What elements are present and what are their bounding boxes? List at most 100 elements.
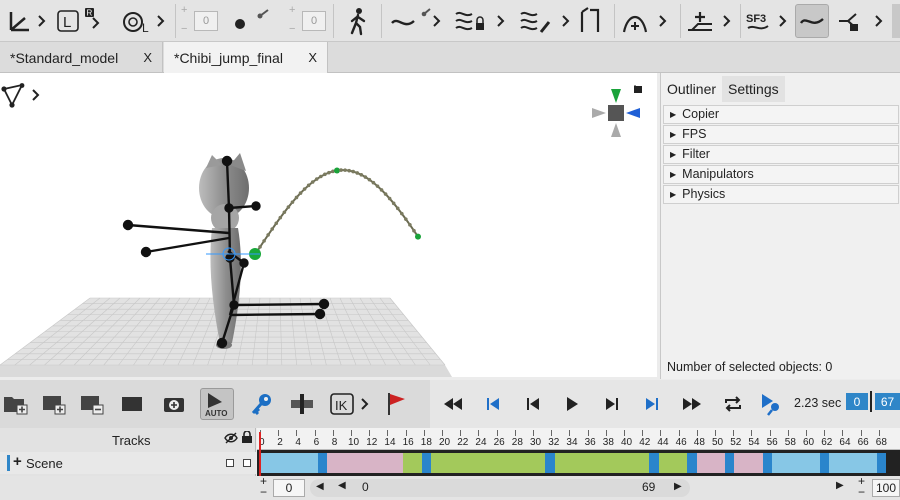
auto-key-toggle[interactable]: AUTO: [200, 388, 234, 420]
keyframe-strip[interactable]: [261, 453, 886, 473]
tab-standard-model[interactable]: *Standard_model X: [0, 42, 163, 73]
next-key-button[interactable]: [639, 388, 665, 420]
window-button[interactable]: [118, 388, 146, 420]
add-point-button[interactable]: [620, 4, 676, 38]
lock-icon[interactable]: [241, 430, 253, 446]
keyframe-segment[interactable]: [876, 453, 886, 473]
loop-button[interactable]: [720, 388, 746, 420]
keyframe-segment[interactable]: [649, 453, 659, 473]
value-field-2[interactable]: 0: [302, 11, 326, 31]
keyframe-segment[interactable]: [658, 453, 688, 473]
ruler-tick-label: 30: [530, 437, 542, 448]
view-mode-button[interactable]: [0, 83, 44, 109]
setting-item-filter[interactable]: ▶ Filter: [663, 145, 899, 164]
add-track-button[interactable]: [40, 388, 68, 420]
fast-forward-button[interactable]: [679, 388, 705, 420]
increment-minus-2[interactable]: −: [289, 23, 295, 35]
scroll-right-icon[interactable]: ▶: [674, 481, 682, 492]
play-button[interactable]: [559, 388, 585, 420]
tab-settings[interactable]: Settings: [722, 76, 785, 102]
keyframe-segment[interactable]: [687, 453, 697, 473]
ik-button[interactable]: IK: [328, 388, 374, 420]
smooth-curve-toggle[interactable]: [795, 4, 829, 38]
playhead[interactable]: [259, 432, 261, 476]
ruler-tick-mark: [587, 430, 589, 436]
zoom-minus-button[interactable]: −: [858, 485, 865, 499]
keyframe-segment[interactable]: [772, 453, 820, 473]
rotation-tool-button[interactable]: L: [120, 4, 170, 38]
keyframe-segment[interactable]: [696, 453, 725, 473]
rewind-button[interactable]: [440, 388, 466, 420]
keyframe-segment[interactable]: [421, 453, 432, 473]
setting-item-fps[interactable]: ▶ FPS: [663, 125, 899, 144]
tab-chibi-jump[interactable]: *Chibi_jump_final X: [164, 42, 328, 73]
lock-checkbox[interactable]: [243, 459, 251, 467]
local-space-button[interactable]: LR: [55, 4, 103, 38]
increment-minus[interactable]: −: [181, 23, 187, 35]
keyframe-segment[interactable]: [762, 453, 773, 473]
keyframe-segment[interactable]: [317, 453, 328, 473]
visibility-icon[interactable]: [224, 432, 238, 447]
expand-plus-icon[interactable]: +: [13, 453, 22, 470]
scroll-left-inner-icon[interactable]: ◀: [338, 480, 346, 491]
keyframe-segment[interactable]: [327, 453, 404, 473]
next-frame-button[interactable]: [599, 388, 625, 420]
tab-close-button[interactable]: X: [308, 50, 317, 65]
scroll-left-icon[interactable]: ◀: [316, 481, 324, 492]
start-frame-field[interactable]: 0: [846, 393, 868, 410]
add-keyframe-button[interactable]: [160, 388, 188, 420]
timeline-scrollbar[interactable]: ◀ ◀ 0 69 ▶: [310, 479, 690, 497]
keyframe-segment[interactable]: [725, 453, 735, 473]
keyframe-segment[interactable]: [734, 453, 763, 473]
scene-track-row[interactable]: + Scene: [0, 452, 256, 474]
current-frame-field[interactable]: 67: [875, 393, 900, 410]
marker-flag-button[interactable]: [382, 388, 410, 420]
zoom-right-icon[interactable]: ▶: [836, 480, 844, 491]
tab-outliner[interactable]: Outliner: [661, 76, 722, 102]
ruler-tick-mark: [806, 430, 807, 436]
3d-viewport[interactable]: [0, 73, 657, 377]
increment-plus-2[interactable]: +: [289, 4, 295, 16]
axis-tool-button[interactable]: [4, 4, 50, 38]
keyframe-segment[interactable]: [261, 453, 318, 473]
keyframe-segment[interactable]: [819, 453, 830, 473]
toolbar-overflow[interactable]: [892, 4, 900, 38]
pin-keyframe-button[interactable]: [226, 4, 276, 38]
zoom-field[interactable]: 100: [872, 479, 900, 497]
visibility-checkbox[interactable]: [226, 459, 234, 467]
increment-plus[interactable]: +: [181, 4, 187, 16]
range-start-field[interactable]: 0: [273, 479, 305, 497]
bracket-tool-button[interactable]: [573, 4, 609, 38]
tab-close-button[interactable]: X: [143, 50, 152, 65]
noise-pen-button[interactable]: [517, 4, 573, 38]
keyframe-segment[interactable]: [545, 453, 555, 473]
keyframe-segment[interactable]: [554, 453, 650, 473]
setting-item-copier[interactable]: ▶ Copier: [663, 105, 899, 124]
value-field-1[interactable]: 0: [194, 11, 218, 31]
key-button[interactable]: [248, 388, 276, 420]
new-folder-button[interactable]: [2, 388, 30, 420]
fast-forward-icon: [683, 398, 701, 410]
frame-ruler[interactable]: 0 2 4 6 8 10 12 14 16 18 20 22 24 26 28 30 32 34 36 38 40 42 4…: [257, 428, 900, 450]
setting-item-physics[interactable]: ▶ Physics: [663, 185, 899, 204]
curve-tool-button[interactable]: [388, 4, 444, 38]
sf3-button[interactable]: SF3: [744, 4, 792, 38]
noise-lock-button[interactable]: [452, 4, 508, 38]
split-lock-button[interactable]: [836, 4, 888, 38]
ground-plane-button[interactable]: [684, 4, 740, 38]
pose-tool-button[interactable]: [340, 4, 376, 38]
setting-item-manipulators[interactable]: ▶ Manipulators: [663, 165, 899, 184]
split-clip-button[interactable]: [288, 388, 316, 420]
keyframe-segment[interactable]: [829, 453, 877, 473]
expand-icon: ▶: [670, 130, 677, 139]
range-minus-button[interactable]: −: [260, 485, 267, 499]
remove-track-button[interactable]: [78, 388, 106, 420]
play-options-button[interactable]: [758, 388, 784, 420]
document-tabs: *Standard_model X *Chibi_jump_final X: [0, 42, 900, 73]
prev-frame-button[interactable]: [520, 388, 546, 420]
keyframe-segment[interactable]: [403, 453, 422, 473]
view-gizmo[interactable]: [588, 85, 644, 139]
ruler-tick-mark: [860, 430, 862, 436]
prev-key-button[interactable]: [480, 388, 506, 420]
keyframe-segment[interactable]: [431, 453, 546, 473]
